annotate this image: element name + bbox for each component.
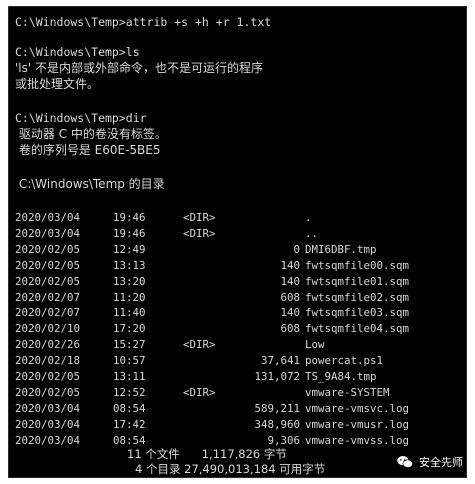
entry-date: 2020/02/26 xyxy=(15,338,81,352)
entry-size: 140 xyxy=(280,306,300,320)
entry-time: 13:20 xyxy=(113,274,146,288)
command-attrib: C:\Windows\Temp>attrib +s +h +r 1.txt xyxy=(15,15,272,29)
wechat-icon xyxy=(397,456,414,468)
entry-size: 140 xyxy=(280,274,300,288)
entry-name: vmware-vmsvc.log xyxy=(305,401,410,415)
entry-name: fwtsqmfile04.sqm xyxy=(305,322,410,336)
entry-tag: <DIR> xyxy=(183,211,216,224)
directory-entry: 2020/02/10 17:20 608 fwtsqmfile04.sqm xyxy=(15,322,460,336)
entry-date: 2020/02/10 xyxy=(15,322,81,336)
entry-name: fwtsqmfile01.sqm xyxy=(305,274,410,288)
entry-date: 2020/02/05 xyxy=(15,258,81,272)
entry-name: fwtsqmfile00.sqm xyxy=(305,258,410,272)
entry-name: .. xyxy=(305,226,319,240)
summary-files: 11 个文件 1,117,826 字节 xyxy=(127,447,287,461)
entry-date: 2020/03/04 xyxy=(15,211,81,224)
entry-date: 2020/02/07 xyxy=(15,290,81,304)
entry-time: 11:40 xyxy=(113,306,146,320)
entry-time: 19:46 xyxy=(113,211,146,224)
entry-time: 17:42 xyxy=(113,417,146,431)
error-line-2: 或批处理文件。 xyxy=(15,77,100,91)
entry-time: 12:52 xyxy=(113,385,146,399)
entry-time: 10:57 xyxy=(113,354,146,368)
entry-time: 08:54 xyxy=(113,433,146,447)
entry-size: 0 xyxy=(293,242,300,256)
entry-name: Low xyxy=(305,338,325,352)
entry-size: 608 xyxy=(280,322,300,336)
entry-tag: <DIR> xyxy=(183,385,216,399)
directory-entry: 2020/03/04 19:46 <DIR>.. xyxy=(15,227,460,241)
entry-date: 2020/03/04 xyxy=(15,401,81,415)
entry-size: 131,072 xyxy=(254,370,300,383)
entry-date: 2020/03/04 xyxy=(15,226,81,240)
entry-size: 589,211 xyxy=(254,401,300,415)
entry-name: vmware-vmusr.log xyxy=(305,417,410,431)
directory-entry: 2020/02/07 11:40 140 fwtsqmfile03.sqm xyxy=(15,306,460,320)
entry-name: TS_9A84.tmp xyxy=(305,370,377,383)
entry-size: 348,960 xyxy=(254,417,300,431)
directory-entry: 2020/02/05 13:11 131,072 TS_9A84.tmp xyxy=(15,370,460,384)
entry-size: 608 xyxy=(280,290,300,304)
entry-date: 2020/02/05 xyxy=(15,242,81,256)
entry-date: 2020/02/18 xyxy=(15,354,81,368)
command-ls: C:\Windows\Temp>ls xyxy=(15,45,140,59)
error-line-1: 'ls' 不是内部或外部命令，也不是可运行的程序 xyxy=(15,61,263,75)
directory-entry: 2020/02/05 13:20 140 fwtsqmfile01.sqm xyxy=(15,275,460,289)
entry-tag: <DIR> xyxy=(183,226,216,240)
directory-header: C:\Windows\Temp 的目录 xyxy=(15,177,165,191)
volume-serial: 卷的序列号是 E60E-5BE5 xyxy=(15,143,161,157)
watermark: 安全先师 xyxy=(396,454,463,470)
entry-name: DMI6DBF.tmp xyxy=(305,242,377,256)
entry-date: 2020/02/05 xyxy=(15,370,81,383)
directory-entry: 2020/02/18 10:57 37,641 powercat.ps1 xyxy=(15,354,460,368)
entry-time: 15:27 xyxy=(113,338,146,352)
entry-date: 2020/02/05 xyxy=(15,274,81,288)
entry-date: 2020/02/07 xyxy=(15,306,81,320)
directory-entry: 2020/03/04 08:54 589,211 vmware-vmsvc.log xyxy=(15,402,460,416)
entry-size: 140 xyxy=(280,258,300,272)
entry-size: 37,641 xyxy=(260,354,300,368)
watermark-text: 安全先师 xyxy=(419,456,463,469)
directory-entry: 2020/03/04 19:46 <DIR>. xyxy=(15,211,460,225)
directory-entry: 2020/03/04 17:42 348,960 vmware-vmusr.log xyxy=(15,418,460,432)
entry-time: 19:46 xyxy=(113,226,146,240)
console-window: C:\Windows\Temp>attrib +s +h +r 1.txt C:… xyxy=(8,6,467,478)
entry-time: 13:13 xyxy=(113,258,146,272)
directory-entry: 2020/03/04 08:54 9,306 vmware-vmvss.log xyxy=(15,434,460,448)
entry-size: 9,306 xyxy=(267,433,300,447)
entry-name: powercat.ps1 xyxy=(305,354,384,368)
entry-name: vmware-vmvss.log xyxy=(305,433,410,447)
entry-date: 2020/03/04 xyxy=(15,433,81,447)
directory-entry: 2020/02/07 11:20 608 fwtsqmfile02.sqm xyxy=(15,291,460,305)
summary-dirs: 4 个目录 27,490,013,184 可用字节 xyxy=(135,462,326,476)
command-dir: C:\Windows\Temp>dir xyxy=(15,111,147,125)
entry-date: 2020/02/05 xyxy=(15,385,81,399)
entry-name: vmware-SYSTEM xyxy=(305,385,390,399)
entry-time: 13:11 xyxy=(113,370,146,383)
directory-entry: 2020/02/05 13:13 140 fwtsqmfile00.sqm xyxy=(15,259,460,273)
entry-name: . xyxy=(305,211,312,224)
directory-entry: 2020/02/05 12:49 0 DMI6DBF.tmp xyxy=(15,243,460,257)
entry-time: 11:20 xyxy=(113,290,146,304)
entry-date: 2020/03/04 xyxy=(15,417,81,431)
directory-entry: 2020/02/26 15:27 <DIR> Low xyxy=(15,338,460,352)
entry-name: fwtsqmfile03.sqm xyxy=(305,306,410,320)
entry-time: 17:20 xyxy=(113,322,146,336)
entry-time: 08:54 xyxy=(113,401,146,415)
entry-time: 12:49 xyxy=(113,242,146,256)
entry-name: fwtsqmfile02.sqm xyxy=(305,290,410,304)
entry-tag: <DIR> xyxy=(183,338,216,352)
volume-label: 驱动器 C 中的卷没有标签。 xyxy=(15,127,167,141)
directory-entry: 2020/02/05 12:52 <DIR> vmware-SYSTEM xyxy=(15,386,460,400)
